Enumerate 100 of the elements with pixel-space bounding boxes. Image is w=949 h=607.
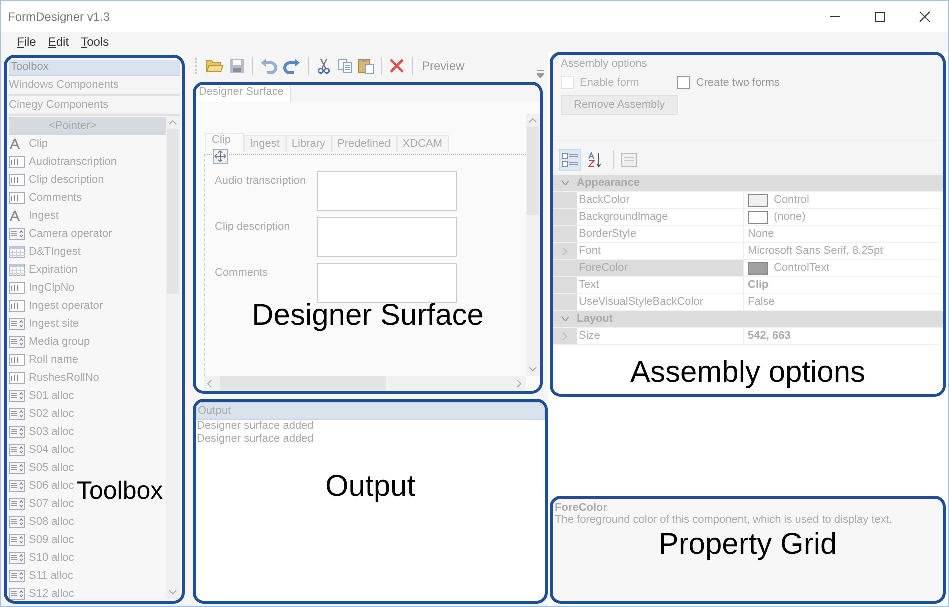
field-label: Comments [215,266,270,279]
categorized-icon[interactable] [559,149,581,171]
property-row[interactable]: Text Clip [553,277,943,294]
toolbox-item[interactable]: Ingest [9,207,61,225]
toolbox-group[interactable]: Windows Components [9,76,180,96]
property-name: Size [577,328,744,344]
toolbox-item[interactable]: Ingest operator [9,297,105,315]
redo-icon[interactable] [283,58,301,74]
toolbox-item[interactable]: S12 alloc [9,585,76,601]
toolbox-item[interactable]: Comments [9,189,84,207]
form-tab[interactable]: Clip [205,133,244,152]
property-row[interactable]: Font Microsoft Sans Serif, 8.25pt [553,243,943,260]
checkbox[interactable] [677,76,690,89]
log-line: Designer surface added [196,420,315,433]
property-value[interactable]: Control [774,194,810,206]
toolbox-item[interactable]: S03 alloc [9,423,76,441]
property-value[interactable]: (none) [774,211,806,223]
annotation-label: Assembly options [630,356,866,390]
scroll-left-icon[interactable] [207,380,212,388]
text-area[interactable] [317,217,457,257]
toolbox-item[interactable]: S04 alloc [9,441,76,459]
folder-icon[interactable] [206,58,224,74]
property-value[interactable]: Microsoft Sans Serif, 8.25pt [748,245,884,257]
scrollbar[interactable] [204,376,526,391]
document-tab[interactable]: Designer Surface [196,85,291,102]
window-title: FormDesigner v1.3 [8,10,110,24]
property-name: BorderStyle [577,226,744,242]
toolbox-item[interactable]: S02 alloc [9,405,76,423]
description-title: ForeColor [555,502,609,514]
undo-icon[interactable] [260,58,278,74]
property-pages-icon[interactable] [620,152,638,168]
toolbox-item[interactable]: Clip [9,135,50,153]
scroll-right-icon[interactable] [517,380,522,388]
form-tab[interactable]: Ingest [244,135,286,152]
toolbox-item[interactable]: S11 alloc [9,567,76,585]
expand-icon[interactable] [562,332,568,340]
property-value[interactable]: False [748,296,775,308]
property-value[interactable]: Clip [748,279,769,291]
letter-icon [9,210,21,222]
menu-item[interactable]: Tools [75,35,116,49]
delete-icon[interactable] [389,58,405,74]
toolbox-item[interactable]: Camera operator [9,225,114,243]
form-tab[interactable]: XDCAM [396,135,448,152]
toolbox-item[interactable]: Audiotranscription [9,153,120,171]
copy-icon[interactable] [337,58,353,74]
toolbox-item[interactable]: Roll name [9,351,81,369]
toolbox-item[interactable]: S10 alloc [9,549,76,567]
chevron-icon[interactable] [560,316,570,322]
property-row[interactable]: Size 542, 663 [553,328,943,345]
panel-header: Output [196,402,545,420]
floppy-icon[interactable] [229,58,245,74]
toolbox-item[interactable]: S09 alloc [9,531,76,549]
toolbox-item[interactable]: RushesRollNo [9,369,102,387]
scroll-up-icon[interactable] [169,120,177,125]
property-row[interactable]: BorderStyle None [553,226,943,243]
property-row[interactable]: BackColor Control [553,192,943,209]
toolbox-item[interactable]: S06 alloc [9,477,76,495]
maximize-icon[interactable] [874,10,886,22]
property-value[interactable]: 542, 663 [748,330,791,342]
property-value[interactable]: None [748,228,774,240]
checkbox-label: Create two forms [696,76,780,88]
menu-item[interactable]: File [11,35,42,49]
chevron-icon[interactable] [560,180,570,186]
toolbox-header: Toolbox [9,60,180,76]
group-title: Assembly options [561,58,648,70]
toolbox-item[interactable]: S01 alloc [9,387,76,405]
toolbox-item[interactable]: Ingest site [9,315,82,333]
form-tab[interactable]: Predefined [332,135,397,152]
scroll-down-icon[interactable] [529,367,537,372]
form-tab[interactable]: Library [286,135,332,152]
property-value[interactable]: ControlText [774,262,830,274]
overflow-icon[interactable] [537,70,544,78]
preview-button[interactable]: Preview [420,59,467,73]
toolbox-item[interactable]: S07 alloc [9,495,76,513]
log-line: Designer surface added [196,433,315,446]
property-row[interactable]: UseVisualStyleBackColor False [553,294,943,311]
property-name: BackColor [577,192,744,208]
scroll-up-icon[interactable] [529,118,537,123]
letter-icon [9,138,21,150]
property-row[interactable]: BackgroundImage (none) [553,209,943,226]
menu-item[interactable]: Edit [42,35,76,49]
annotation-label: Toolbox [77,476,164,506]
scroll-down-icon[interactable] [169,590,177,595]
toolbox-item[interactable]: S08 alloc [9,513,76,531]
scissors-icon[interactable] [316,58,332,74]
scrollbar[interactable] [166,116,180,599]
text-area[interactable] [317,171,457,211]
expand-icon[interactable] [562,246,568,256]
toolbox-item[interactable]: IngClpNo [9,279,77,297]
move-handle-icon[interactable] [213,149,228,164]
toolbox-item[interactable]: S05 alloc [9,459,76,477]
toolbox-item[interactable]: Media group [9,333,92,351]
paste-icon[interactable] [358,58,374,74]
toolbox-item[interactable]: Clip description [9,171,106,189]
text-area[interactable] [317,263,457,303]
toolbox-item[interactable]: D&TIngest [9,243,83,261]
toolbox-item[interactable]: Expiration [9,261,80,279]
scrollbar[interactable] [526,114,540,376]
annotation-label: Output [325,470,416,504]
close-icon[interactable] [919,10,931,22]
